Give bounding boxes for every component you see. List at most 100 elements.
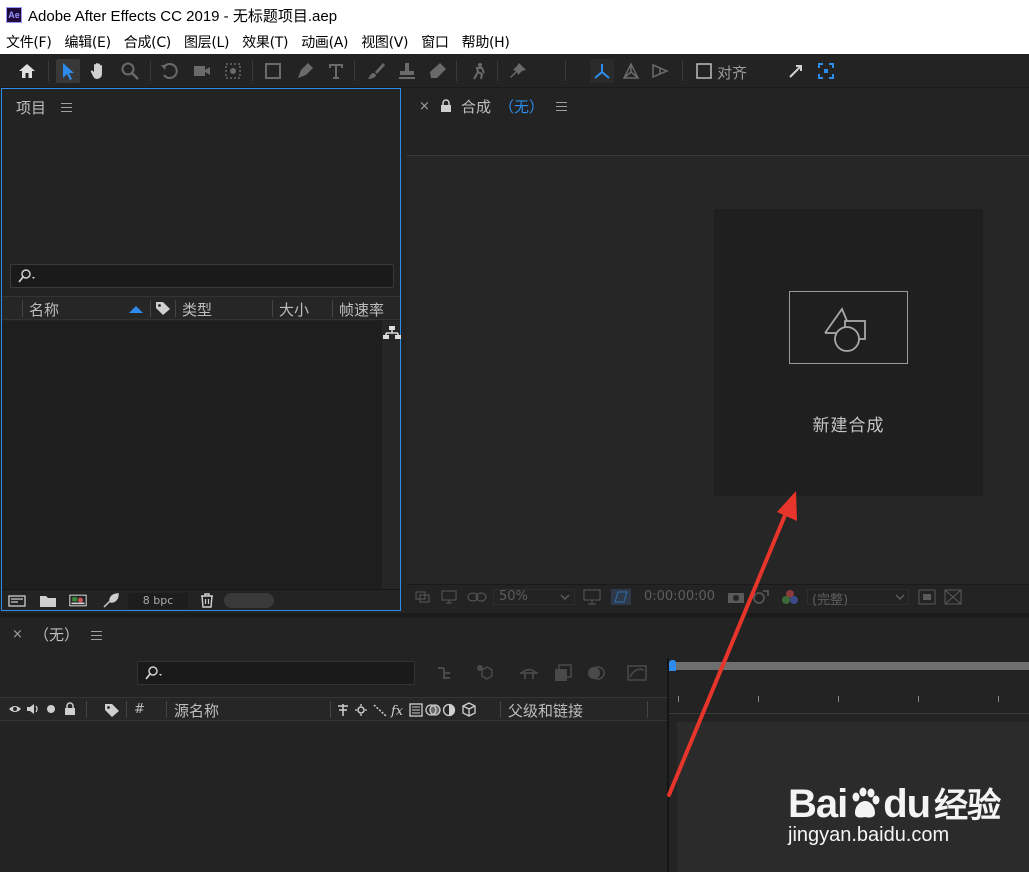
selection-arrow-icon[interactable] <box>56 59 80 83</box>
interpret-footage-icon[interactable] <box>8 593 26 608</box>
chevron-down-icon[interactable] <box>560 594 570 600</box>
solo-icon[interactable] <box>46 704 56 714</box>
show-snapshot-icon[interactable] <box>752 589 770 605</box>
column-type[interactable]: 类型 <box>182 299 212 320</box>
search-icon <box>18 269 35 283</box>
motion-blur-icon[interactable] <box>585 664 607 682</box>
rectangle-icon[interactable] <box>261 59 285 83</box>
new-composition-button[interactable]: 新建合成 <box>714 209 983 496</box>
project-search-input[interactable] <box>10 264 394 288</box>
menu-effect[interactable]: 效果(T) <box>242 32 288 52</box>
text-icon[interactable] <box>324 59 348 83</box>
label-tag-icon[interactable] <box>154 300 172 316</box>
comp-name[interactable]: （无） <box>499 96 544 117</box>
svg-text:fx: fx <box>390 704 404 718</box>
column-size[interactable]: 大小 <box>279 299 309 320</box>
menu-file[interactable]: 文件(F) <box>6 32 52 52</box>
always-preview-icon[interactable] <box>415 590 431 604</box>
timeline-comp-name[interactable]: （无） <box>34 624 79 645</box>
menu-help[interactable]: 帮助(H) <box>462 32 510 52</box>
snapping-checkbox[interactable] <box>692 59 716 83</box>
project-panel-title[interactable]: 项目 <box>16 97 46 118</box>
puppet-pin-icon[interactable] <box>506 59 530 83</box>
menu-view[interactable]: 视图(V) <box>361 32 408 52</box>
pan-behind-icon[interactable] <box>221 59 245 83</box>
audio-icon[interactable] <box>26 703 40 715</box>
draft-3d-icon[interactable] <box>476 664 498 682</box>
composition-panel[interactable]: × 合成 （无） 新建合成 50% 0:00:00:00 (完整) <box>407 88 1029 611</box>
region-of-interest-icon[interactable] <box>918 589 936 605</box>
menu-animation[interactable]: 动画(A) <box>301 32 348 52</box>
snap-extend-icon[interactable] <box>784 59 808 83</box>
camera-icon[interactable] <box>190 59 214 83</box>
world-axis-icon[interactable] <box>619 59 643 83</box>
timeline-layer-area[interactable] <box>0 722 668 872</box>
current-time-indicator[interactable] <box>669 660 676 671</box>
bit-depth-button[interactable]: 8 bpc <box>128 593 188 609</box>
pen-icon[interactable] <box>293 59 317 83</box>
project-item-list[interactable] <box>2 321 400 589</box>
timeline-close-button[interactable]: × <box>12 627 23 642</box>
eraser-icon[interactable] <box>426 59 450 83</box>
column-parent-and-link[interactable]: 父级和链接 <box>508 700 583 721</box>
rotate-icon[interactable] <box>158 59 182 83</box>
sort-ascending-icon[interactable] <box>128 305 144 313</box>
project-list-scrollbar[interactable] <box>382 321 401 589</box>
snap-target-icon[interactable] <box>814 59 838 83</box>
work-area-bar[interactable] <box>675 662 1029 670</box>
roto-brush-icon[interactable] <box>467 59 491 83</box>
menu-layer[interactable]: 图层(L) <box>184 32 230 52</box>
comp-close-button[interactable]: × <box>419 99 430 114</box>
project-panel-menu-icon[interactable] <box>61 103 72 112</box>
choose-grid-icon[interactable] <box>583 589 601 605</box>
column-layer-number[interactable]: # <box>134 702 145 717</box>
flowchart-icon[interactable] <box>383 325 401 341</box>
resolution-dropdown[interactable]: (完整) <box>812 589 848 608</box>
layer-switches-icon[interactable]: fx <box>336 702 500 718</box>
snapshot-camera-icon[interactable] <box>727 590 745 604</box>
project-horizontal-scrollbar[interactable] <box>224 593 274 608</box>
menu-composition[interactable]: 合成(C) <box>124 32 172 52</box>
shy-layers-icon[interactable] <box>518 664 540 682</box>
watermark-url: jingyan.baidu.com <box>788 824 950 846</box>
local-axis-icon[interactable] <box>590 59 614 83</box>
mask-visibility-icon[interactable] <box>467 590 487 604</box>
brush-icon[interactable] <box>364 59 388 83</box>
view-axis-icon[interactable] <box>648 59 672 83</box>
zoom-level-dropdown[interactable]: 50% <box>499 589 528 604</box>
comp-panel-title[interactable]: 合成 <box>461 96 491 117</box>
column-name[interactable]: 名称 <box>29 299 59 320</box>
title-bar: Ae Adobe After Effects CC 2019 - 无标题项目.a… <box>0 0 1029 30</box>
current-time-display[interactable]: 0:00:00:00 <box>644 589 715 604</box>
timeline-panel-menu-icon[interactable] <box>91 631 102 640</box>
new-composition-icon[interactable] <box>69 593 87 608</box>
time-ruler[interactable] <box>669 658 1029 725</box>
menu-window[interactable]: 窗口 <box>421 32 449 52</box>
color-channels-icon[interactable] <box>781 589 799 605</box>
hand-icon[interactable] <box>86 59 110 83</box>
comp-flowchart-icon[interactable] <box>435 664 457 682</box>
chevron-down-icon[interactable] <box>895 594 905 600</box>
video-visibility-icon[interactable] <box>8 703 22 715</box>
home-icon[interactable] <box>15 59 39 83</box>
clone-stamp-icon[interactable] <box>395 59 419 83</box>
new-folder-icon[interactable] <box>39 593 57 608</box>
column-source-name[interactable]: 源名称 <box>174 700 219 721</box>
monitor-icon[interactable] <box>441 590 457 604</box>
new-composition-icon <box>789 291 908 364</box>
transparency-grid-icon[interactable] <box>944 589 962 605</box>
trash-icon[interactable] <box>198 593 216 608</box>
lock-icon[interactable] <box>64 702 76 716</box>
comp-panel-menu-icon[interactable] <box>556 102 567 111</box>
project-settings-icon[interactable] <box>102 593 120 608</box>
lock-icon[interactable] <box>440 99 452 113</box>
toggle-transparency-icon[interactable] <box>610 588 632 606</box>
timeline-search-input[interactable] <box>137 661 415 685</box>
frame-blending-icon[interactable] <box>552 664 574 682</box>
graph-editor-icon[interactable] <box>626 664 648 682</box>
label-tag-icon[interactable] <box>103 702 121 718</box>
zoom-icon[interactable] <box>118 59 142 83</box>
project-panel[interactable]: 项目 名称 类型 大小 帧速率 8 bpc <box>1 88 401 611</box>
menu-edit[interactable]: 编辑(E) <box>64 32 111 52</box>
column-frame-rate[interactable]: 帧速率 <box>339 299 384 320</box>
